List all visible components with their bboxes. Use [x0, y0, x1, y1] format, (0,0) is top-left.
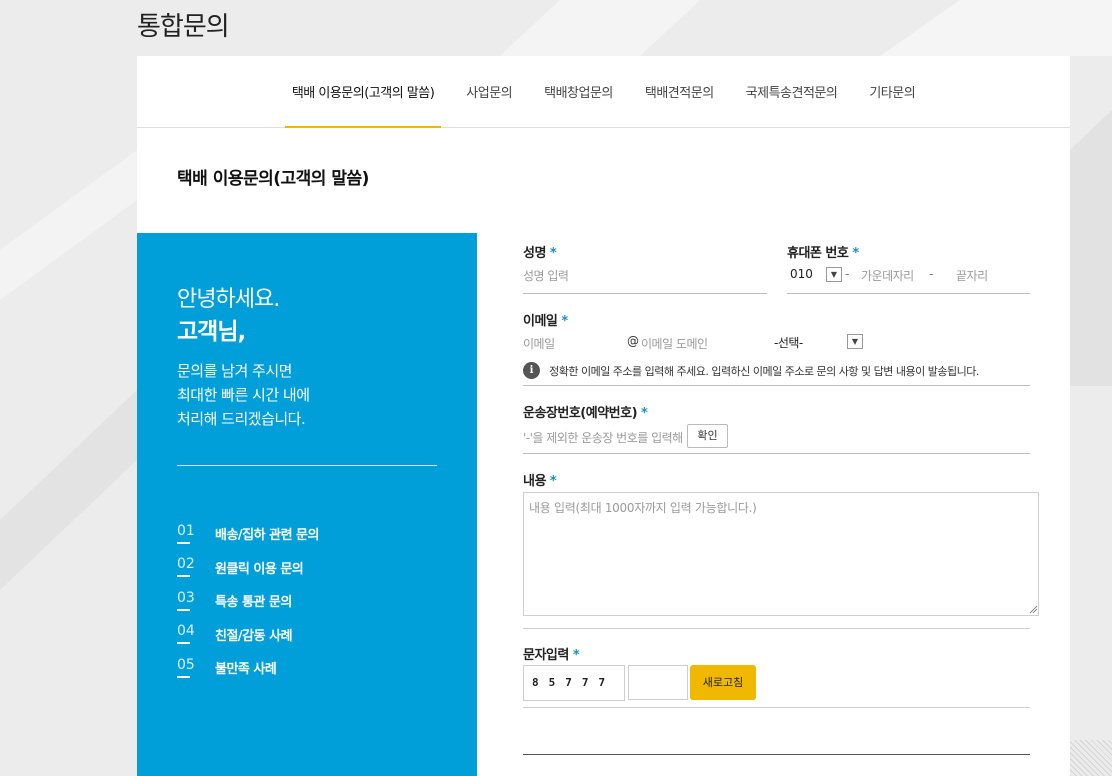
topic-label: 친절/감동 사례 [215, 628, 293, 644]
tab-international-estimate[interactable]: 국제특송견적문의 [739, 56, 845, 127]
phone-dash: - [929, 267, 934, 281]
waybill-confirm-button[interactable]: 확인 [687, 424, 728, 448]
topic-item[interactable]: 04 친절/감동 사례 [177, 618, 319, 652]
waybill-row: '-'을 제외한 운송장 번호를 입력해 [523, 424, 1030, 454]
email-domain-dropdown-icon[interactable]: ▼ [847, 334, 863, 349]
required-mark: * [641, 406, 648, 421]
name-label: 성명 * [523, 242, 557, 261]
email-notice-text: 정확한 이메일 주소를 입력해 주세요. 입력하신 이메일 주소로 문의 사항 … [549, 364, 979, 378]
required-mark: * [561, 314, 568, 329]
topic-number: 02 [177, 556, 215, 578]
greeting-desc-line: 처리해 드리겠습니다. [177, 410, 306, 428]
waybill-input[interactable]: '-'을 제외한 운송장 번호를 입력해 [523, 429, 685, 446]
phone-prefix-dropdown-icon[interactable]: ▼ [826, 267, 842, 282]
tab-bar: 택배 이용문의(고객의 말씀) 사업문의 택배창업문의 택배견적문의 국제특송견… [137, 56, 1070, 128]
greeting-description: 문의를 남겨 주시면 최대한 빠른 시간 내에 처리해 드리겠습니다. [177, 359, 437, 431]
captcha-image: 85777 [523, 665, 625, 701]
required-mark: * [549, 246, 557, 261]
required-mark: * [572, 648, 580, 663]
phone-prefix-select[interactable]: 010 [790, 267, 813, 281]
tab-startup-inquiry[interactable]: 택배창업문의 [537, 56, 620, 127]
name-input[interactable]: 성명 입력 [523, 267, 767, 294]
phone-label-text: 휴대폰 번호 [787, 246, 849, 261]
topic-item[interactable]: 01 배송/집하 관련 문의 [177, 517, 319, 551]
topic-item[interactable]: 03 특송 통관 문의 [177, 584, 319, 618]
waybill-label-text: 운송장번호(예약번호) [523, 406, 638, 421]
topic-number: 03 [177, 590, 215, 611]
content-label: 내용 * [523, 470, 557, 489]
required-mark: * [852, 246, 859, 261]
captcha-label-text: 문자입력 [523, 648, 569, 663]
greeting-desc-line: 최대한 빠른 시간 내에 [177, 386, 310, 404]
greeting-line2: 고객님, [177, 319, 246, 345]
topic-label: 배송/집하 관련 문의 [215, 528, 319, 544]
email-notice: i 정확한 이메일 주소를 입력해 주세요. 입력하신 이메일 주소로 문의 사… [523, 360, 1030, 386]
topic-number: 05 [177, 657, 215, 678]
phone-last-input[interactable]: 끝자리 [956, 267, 988, 284]
background-dots [1070, 740, 1112, 776]
info-icon: i [523, 362, 540, 379]
email-id-input[interactable]: 이메일 [523, 335, 555, 352]
email-label: 이메일 * [523, 310, 568, 329]
phone-row: 010 ▼ - 가운데자리 - 끝자리 [787, 267, 1030, 294]
email-domain-input[interactable]: 이메일 도메인 [641, 335, 708, 352]
tab-delivery-inquiry[interactable]: 택배 이용문의(고객의 말씀) [284, 56, 442, 128]
panel-divider [177, 465, 437, 466]
topic-label: 특송 통관 문의 [215, 595, 292, 611]
inquiry-card: 택배 이용문의(고객의 말씀) 사업문의 택배창업문의 택배견적문의 국제특송견… [137, 56, 1070, 776]
name-label-text: 성명 [523, 246, 546, 261]
section-title: 택배 이용문의(고객의 말씀) [177, 169, 369, 189]
topic-number: 01 [177, 523, 215, 544]
topic-number: 04 [177, 623, 215, 645]
captcha-refresh-button[interactable]: 새로고침 [690, 665, 756, 700]
form-bottom-divider [523, 754, 1030, 755]
phone-label: 휴대폰 번호 * [787, 242, 859, 261]
phone-middle-input[interactable]: 가운데자리 [861, 267, 914, 284]
captcha-label: 문자입력 * [523, 644, 580, 663]
divider [523, 628, 1030, 629]
tab-business-inquiry[interactable]: 사업문의 [459, 56, 519, 127]
content-textarea[interactable]: 내용 입력(최대 1000자까지 입력 가능합니다.) [523, 492, 1039, 616]
phone-dash: - [845, 267, 850, 281]
captcha-input[interactable] [628, 665, 688, 700]
topic-label: 원클릭 이용 문의 [215, 561, 304, 577]
email-domain-select[interactable]: -선택- [774, 334, 803, 351]
topic-label: 불만족 사례 [215, 662, 277, 678]
email-at-sign: @ [627, 334, 639, 348]
required-mark: * [549, 474, 557, 489]
tab-estimate-inquiry[interactable]: 택배견적문의 [638, 56, 721, 127]
waybill-label: 운송장번호(예약번호) * [523, 402, 648, 421]
topic-item[interactable]: 02 원클릭 이용 문의 [177, 551, 319, 585]
topic-list: 01 배송/집하 관련 문의 02 원클릭 이용 문의 03 특송 통관 문의 04 친… [177, 517, 319, 685]
email-label-text: 이메일 [523, 314, 558, 329]
greeting-panel: 안녕하세요. 고객님, 문의를 남겨 주시면 최대한 빠른 시간 내에 처리해 … [137, 233, 477, 776]
content-label-text: 내용 [523, 474, 546, 489]
resize-handle-icon[interactable] [1028, 604, 1038, 614]
greeting-line1: 안녕하세요. [177, 287, 280, 312]
tab-other-inquiry[interactable]: 기타문의 [862, 56, 922, 127]
page-title: 통합문의 [137, 12, 230, 42]
greeting-desc-line: 문의를 남겨 주시면 [177, 362, 292, 380]
divider [523, 707, 1030, 708]
topic-item[interactable]: 05 불만족 사례 [177, 651, 319, 685]
